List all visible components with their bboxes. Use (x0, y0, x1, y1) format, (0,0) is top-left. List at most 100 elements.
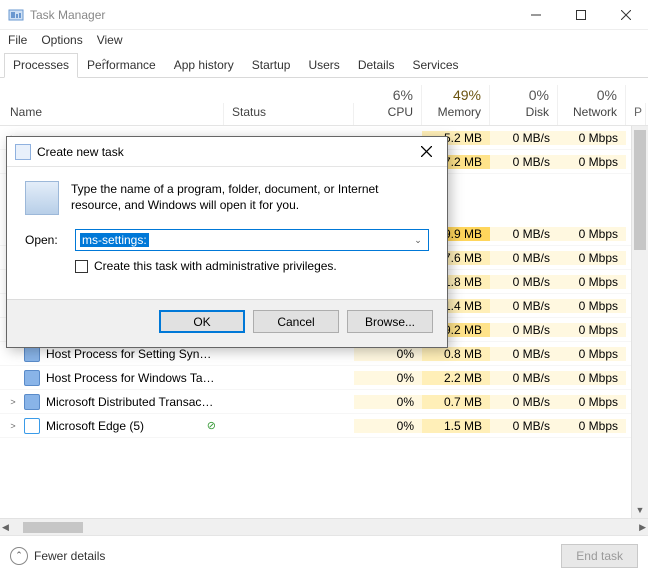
col-disk-pct: 0% (498, 87, 549, 105)
col-network-pct: 0% (566, 87, 617, 105)
menubar: File Options View (0, 30, 648, 52)
tab-performance[interactable]: Performance (78, 53, 165, 78)
dialog-instruction-text: Type the name of a program, folder, docu… (71, 181, 429, 213)
table-row[interactable]: >Microsoft Distributed Transactio...0%0.… (0, 390, 648, 414)
cell-cpu: 0% (354, 419, 422, 433)
cell-memory: 1.5 MB (422, 419, 490, 433)
cell-network: 0 Mbps (558, 323, 626, 337)
sort-indicator-icon: ⌃ (100, 58, 108, 69)
tab-processes[interactable]: Processes (4, 53, 78, 78)
cell-disk: 0 MB/s (490, 251, 558, 265)
col-memory-label: Memory (438, 105, 481, 119)
horizontal-scrollbar[interactable]: ◀ ▶ (0, 518, 648, 535)
col-cpu-label: CPU (388, 105, 413, 119)
browse-button[interactable]: Browse... (347, 310, 433, 333)
process-name: Host Process for Setting Synchr... (46, 347, 216, 361)
col-disk-label: Disk (526, 105, 549, 119)
table-row[interactable]: >Microsoft Edge (5)⊘0%1.5 MB0 MB/s0 Mbps (0, 414, 648, 438)
col-extra[interactable]: P (626, 103, 646, 125)
fewer-details-button[interactable]: ⌃ Fewer details (10, 547, 105, 565)
hscroll-thumb[interactable] (23, 522, 83, 533)
tab-apphistory[interactable]: App history (165, 53, 243, 78)
process-icon (24, 418, 40, 434)
open-input-value: ms-settings: (80, 233, 149, 247)
cell-network: 0 Mbps (558, 131, 626, 145)
tab-services[interactable]: Services (404, 53, 468, 78)
col-network-label: Network (573, 105, 617, 119)
cell-network: 0 Mbps (558, 395, 626, 409)
scroll-right-icon[interactable]: ▶ (639, 522, 646, 533)
cell-disk: 0 MB/s (490, 323, 558, 337)
footer: ⌃ Fewer details End task (0, 535, 648, 575)
col-network[interactable]: 0% Network (558, 85, 626, 125)
run-icon (25, 181, 59, 215)
cell-network: 0 Mbps (558, 347, 626, 361)
admin-checkbox-row[interactable]: Create this task with administrative pri… (75, 259, 429, 273)
cell-memory: 2.2 MB (422, 371, 490, 385)
cell-name: >Microsoft Edge (5)⊘ (0, 418, 224, 434)
cell-disk: 0 MB/s (490, 371, 558, 385)
tab-details[interactable]: Details (349, 53, 404, 78)
tab-users[interactable]: Users (299, 53, 348, 78)
cell-disk: 0 MB/s (490, 347, 558, 361)
cell-disk: 0 MB/s (490, 395, 558, 409)
cell-disk: 0 MB/s (490, 419, 558, 433)
cell-network: 0 Mbps (558, 299, 626, 313)
cell-memory: 0.8 MB (422, 347, 490, 361)
cell-cpu: 0% (354, 347, 422, 361)
cell-disk: 0 MB/s (490, 227, 558, 241)
menu-view[interactable]: View (97, 33, 123, 47)
process-icon (24, 394, 40, 410)
cell-name: >Microsoft Distributed Transactio... (0, 394, 224, 410)
col-status[interactable]: Status (224, 103, 354, 125)
cancel-button[interactable]: Cancel (253, 310, 339, 333)
open-label: Open: (25, 233, 65, 247)
col-cpu[interactable]: 6% CPU (354, 85, 422, 125)
expand-icon[interactable]: > (8, 397, 18, 407)
vertical-scrollbar[interactable]: ▲ ▼ (631, 126, 648, 518)
create-task-dialog: Create new task Type the name of a progr… (6, 136, 448, 348)
tab-startup[interactable]: Startup (243, 53, 300, 78)
dialog-title: Create new task (37, 145, 411, 159)
menu-file[interactable]: File (8, 33, 27, 47)
cell-disk: 0 MB/s (490, 275, 558, 289)
leaf-icon: ⊘ (207, 419, 216, 432)
table-row[interactable]: Host Process for Windows Tasks0%2.2 MB0 … (0, 366, 648, 390)
cell-network: 0 Mbps (558, 155, 626, 169)
col-memory-pct: 49% (430, 87, 481, 105)
expand-icon[interactable]: > (8, 421, 18, 431)
scroll-down-icon[interactable]: ▼ (632, 501, 648, 518)
scroll-thumb[interactable] (634, 130, 646, 250)
close-button[interactable] (603, 0, 648, 30)
dialog-close-button[interactable] (411, 139, 441, 165)
col-name-label: Name (10, 105, 215, 119)
end-task-button[interactable]: End task (561, 544, 638, 568)
maximize-button[interactable] (558, 0, 603, 30)
fewer-details-label: Fewer details (34, 549, 105, 563)
admin-checkbox-label: Create this task with administrative pri… (94, 259, 337, 273)
cell-disk: 0 MB/s (490, 155, 558, 169)
ok-button[interactable]: OK (159, 310, 245, 333)
app-icon (8, 7, 24, 23)
scroll-left-icon[interactable]: ◀ (2, 522, 9, 533)
chevron-down-icon[interactable]: ⌄ (410, 232, 426, 248)
cell-network: 0 Mbps (558, 227, 626, 241)
col-cpu-pct: 6% (362, 87, 413, 105)
run-dialog-icon (15, 144, 31, 160)
admin-checkbox[interactable] (75, 260, 88, 273)
titlebar: Task Manager (0, 0, 648, 30)
col-name[interactable]: Name ⌃ (0, 103, 224, 125)
cell-memory: 0.7 MB (422, 395, 490, 409)
chevron-up-icon: ⌃ (10, 547, 28, 565)
dialog-titlebar: Create new task (7, 137, 447, 167)
tabs: Processes Performance App history Startu… (0, 52, 648, 78)
col-disk[interactable]: 0% Disk (490, 85, 558, 125)
cell-network: 0 Mbps (558, 251, 626, 265)
process-name: Host Process for Windows Tasks (46, 371, 216, 385)
col-memory[interactable]: 49% Memory (422, 85, 490, 125)
open-combobox[interactable]: ms-settings: ⌄ (75, 229, 429, 251)
cell-disk: 0 MB/s (490, 131, 558, 145)
minimize-button[interactable] (513, 0, 558, 30)
cell-disk: 0 MB/s (490, 299, 558, 313)
menu-options[interactable]: Options (41, 33, 82, 47)
